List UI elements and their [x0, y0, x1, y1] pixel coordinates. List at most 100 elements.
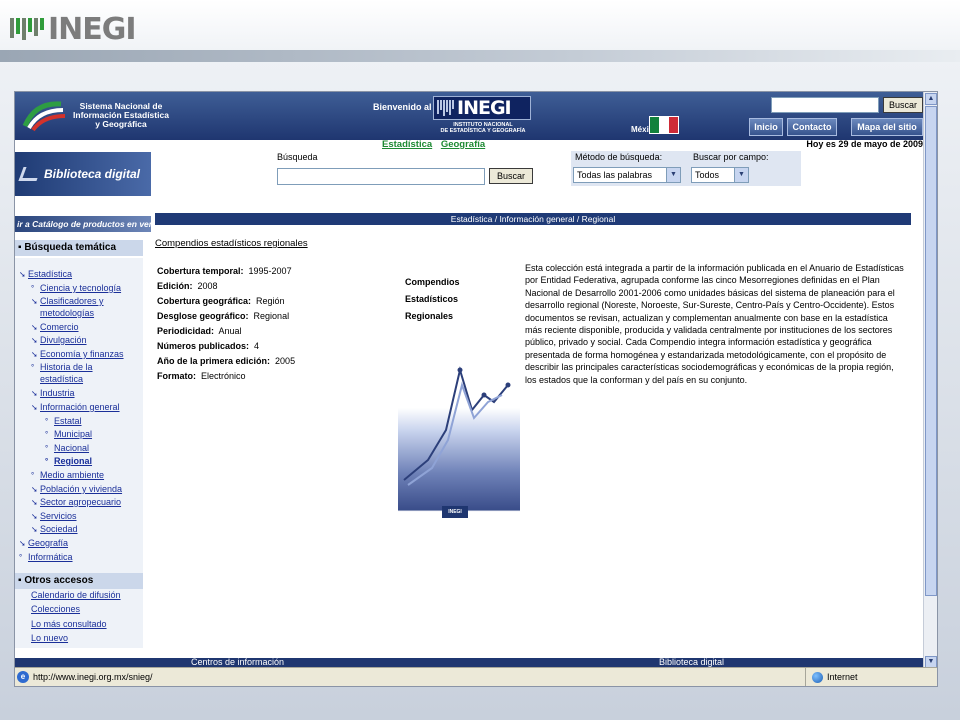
link-geografia[interactable]: Geografía: [441, 139, 485, 150]
folder-icon: ➘: [31, 297, 38, 306]
sidebar-item-estadistica[interactable]: ➘ Estadística: [19, 269, 72, 280]
bullet-icon: °: [45, 417, 49, 426]
current-date: Hoy es 29 de mayo de 2009: [806, 139, 923, 149]
tab-mapa-del-sitio[interactable]: Mapa del sitio: [851, 118, 923, 136]
publication-cover[interactable]: Compendios Estadísticos Regionales INEGI: [398, 260, 520, 544]
sidebar-item-poblacion[interactable]: ➘ Población y vivienda: [31, 484, 122, 495]
tematica-header: ▪ Búsqueda temática: [15, 240, 143, 256]
sidebar-item-label: Ciencia y tecnología: [40, 283, 122, 293]
sidebar-item-historia-cont[interactable]: estadística: [40, 374, 83, 384]
meta-value: 2005: [275, 356, 296, 366]
meta-cobertura-geografica: Cobertura geográfica: Región: [157, 296, 285, 306]
security-zone: Internet: [805, 668, 937, 686]
inegi-logo-text: INEGI: [457, 97, 512, 119]
field-select[interactable]: Todos ▼: [691, 167, 749, 183]
tab-contacto[interactable]: Contacto: [787, 118, 837, 136]
tab-inicio[interactable]: Inicio: [749, 118, 783, 136]
cover-title-2: Estadísticos: [405, 294, 459, 304]
search-options: Método de búsqueda: Buscar por campo: To…: [571, 151, 801, 186]
scroll-thumb[interactable]: [925, 106, 937, 596]
header-search-button[interactable]: Buscar: [883, 97, 923, 113]
meta-value: 2008: [197, 281, 218, 291]
meta-value: 1995-2007: [248, 266, 292, 276]
sidebar-item-sociedad[interactable]: ➘ Sociedad: [31, 524, 78, 535]
meta-desglose: Desglose geográfico: Regional: [157, 311, 289, 321]
sidebar-item-regional[interactable]: ° Regional: [45, 456, 92, 467]
sidebar-item-nacional[interactable]: ° Nacional: [45, 443, 89, 454]
meta-label: Cobertura geográfica:: [157, 296, 252, 306]
search-form: Búsqueda: [277, 152, 318, 163]
sidebar-item-label: Estatal: [54, 416, 82, 426]
sub-navigation: Estadística Geografía Hoy es 29 de mayo …: [15, 139, 925, 150]
sidebar-item-label: Regional: [54, 456, 93, 466]
cover-title-1: Compendios: [405, 277, 460, 287]
browser-window: Sistema Nacional de Información Estadíst…: [14, 91, 938, 687]
inegi-logo[interactable]: INEGI: [433, 96, 531, 120]
sidebar-item-label: Sociedad: [40, 524, 78, 534]
sidebar-item-informacion-general[interactable]: ➘ Información general: [31, 402, 120, 413]
folder-icon: ➘: [31, 525, 38, 534]
sidebar-item-economia[interactable]: ➘ Economía y finanzas: [31, 349, 124, 360]
meta-value: Región: [256, 296, 285, 306]
meta-label: Números publicados:: [157, 341, 250, 351]
slide-logo-text: INEGI: [48, 11, 137, 47]
sidebar-item-label: Municipal: [54, 429, 93, 439]
meta-label: Desglose geográfico:: [157, 311, 249, 321]
sidebar-item-comercio[interactable]: ➘ Comercio: [31, 322, 79, 333]
chevron-down-icon[interactable]: ▼: [734, 168, 748, 182]
sidebar-item-industria[interactable]: ➘ Industria: [31, 388, 75, 399]
sidebar-item-municipal[interactable]: ° Municipal: [45, 429, 92, 440]
footer-link-centros[interactable]: Centros de información: [191, 657, 284, 667]
chevron-down-icon[interactable]: ▼: [666, 168, 680, 182]
bullet-icon: °: [45, 430, 49, 439]
sidebar-item-geografia[interactable]: ➘ Geografía: [19, 538, 68, 549]
method-select-value: Todas las palabras: [577, 170, 653, 180]
sidebar-item-medio-ambiente[interactable]: ° Medio ambiente: [31, 470, 104, 481]
meta-label: Formato:: [157, 371, 196, 381]
sidebar-item-servicios[interactable]: ➘ Servicios: [31, 511, 77, 522]
meta-formato: Formato: Electrónico: [157, 371, 246, 381]
sidebar-item-clasificadores-cont[interactable]: metodologías: [40, 308, 94, 318]
method-select[interactable]: Todas las palabras ▼: [573, 167, 681, 183]
sidebar-item-informatica[interactable]: ° Informática: [19, 552, 73, 563]
sidebar-item-clasificadores[interactable]: ➘ Clasificadores y: [31, 296, 104, 307]
folder-icon: ➘: [31, 323, 38, 332]
link-estadistica[interactable]: Estadística: [382, 139, 432, 150]
link-mas-consultado[interactable]: Lo más consultado: [31, 619, 107, 629]
catalog-link[interactable]: ir a Catálogo de productos en venta: [15, 216, 151, 232]
search-button[interactable]: Buscar: [489, 168, 533, 184]
folder-icon: ➘: [31, 336, 38, 345]
folder-open-icon: ➘: [31, 403, 38, 412]
bullet-icon: °: [19, 553, 23, 562]
sidebar-item-estatal[interactable]: ° Estatal: [45, 416, 82, 427]
meta-periodicidad: Periodicidad: Anual: [157, 326, 242, 336]
biblioteca-digital-banner[interactable]: Biblioteca digital: [15, 152, 151, 196]
snieg-title: Sistema Nacional de Información Estadíst…: [71, 102, 171, 129]
sidebar-item-ciencia[interactable]: ° Ciencia y tecnología: [31, 283, 121, 294]
inegi-bars-icon: [437, 100, 454, 116]
sidebar-item-label: Divulgación: [40, 335, 87, 345]
link-calendario[interactable]: Calendario de difusión: [31, 590, 121, 600]
vertical-scrollbar[interactable]: ▲ ▼: [923, 92, 937, 669]
scroll-up-icon[interactable]: ▲: [925, 93, 937, 105]
sidebar-item-divulgacion[interactable]: ➘ Divulgación: [31, 335, 87, 346]
bullet-icon: °: [31, 471, 35, 480]
sidebar-item-agropecuario[interactable]: ➘ Sector agropecuario: [31, 497, 121, 508]
meta-edicion: Edición: 2008: [157, 281, 218, 291]
search-input[interactable]: [277, 168, 485, 185]
sidebar-item-label: Economía y finanzas: [40, 349, 124, 359]
mexico-flag-icon: [649, 116, 679, 134]
header-search-input[interactable]: [771, 97, 879, 113]
link-lo-nuevo[interactable]: Lo nuevo: [31, 633, 68, 643]
welcome-text: Bienvenido al: [373, 102, 432, 112]
meta-primera-edicion: Año de la primera edición: 2005: [157, 356, 295, 366]
slide-inegi-logo: INEGI: [10, 11, 137, 47]
book-icon: [18, 167, 42, 181]
sidebar-item-label: Comercio: [40, 322, 79, 332]
footer-link-biblioteca[interactable]: Biblioteca digital: [659, 657, 724, 667]
sidebar-item-historia[interactable]: ° Historia de la: [31, 362, 93, 373]
link-colecciones[interactable]: Colecciones: [31, 604, 80, 614]
cover-inegi-logo: INEGI: [442, 506, 468, 518]
sidebar-item-label: Geografía: [28, 538, 69, 548]
snieg-line-3: y Geográfica: [95, 119, 147, 129]
